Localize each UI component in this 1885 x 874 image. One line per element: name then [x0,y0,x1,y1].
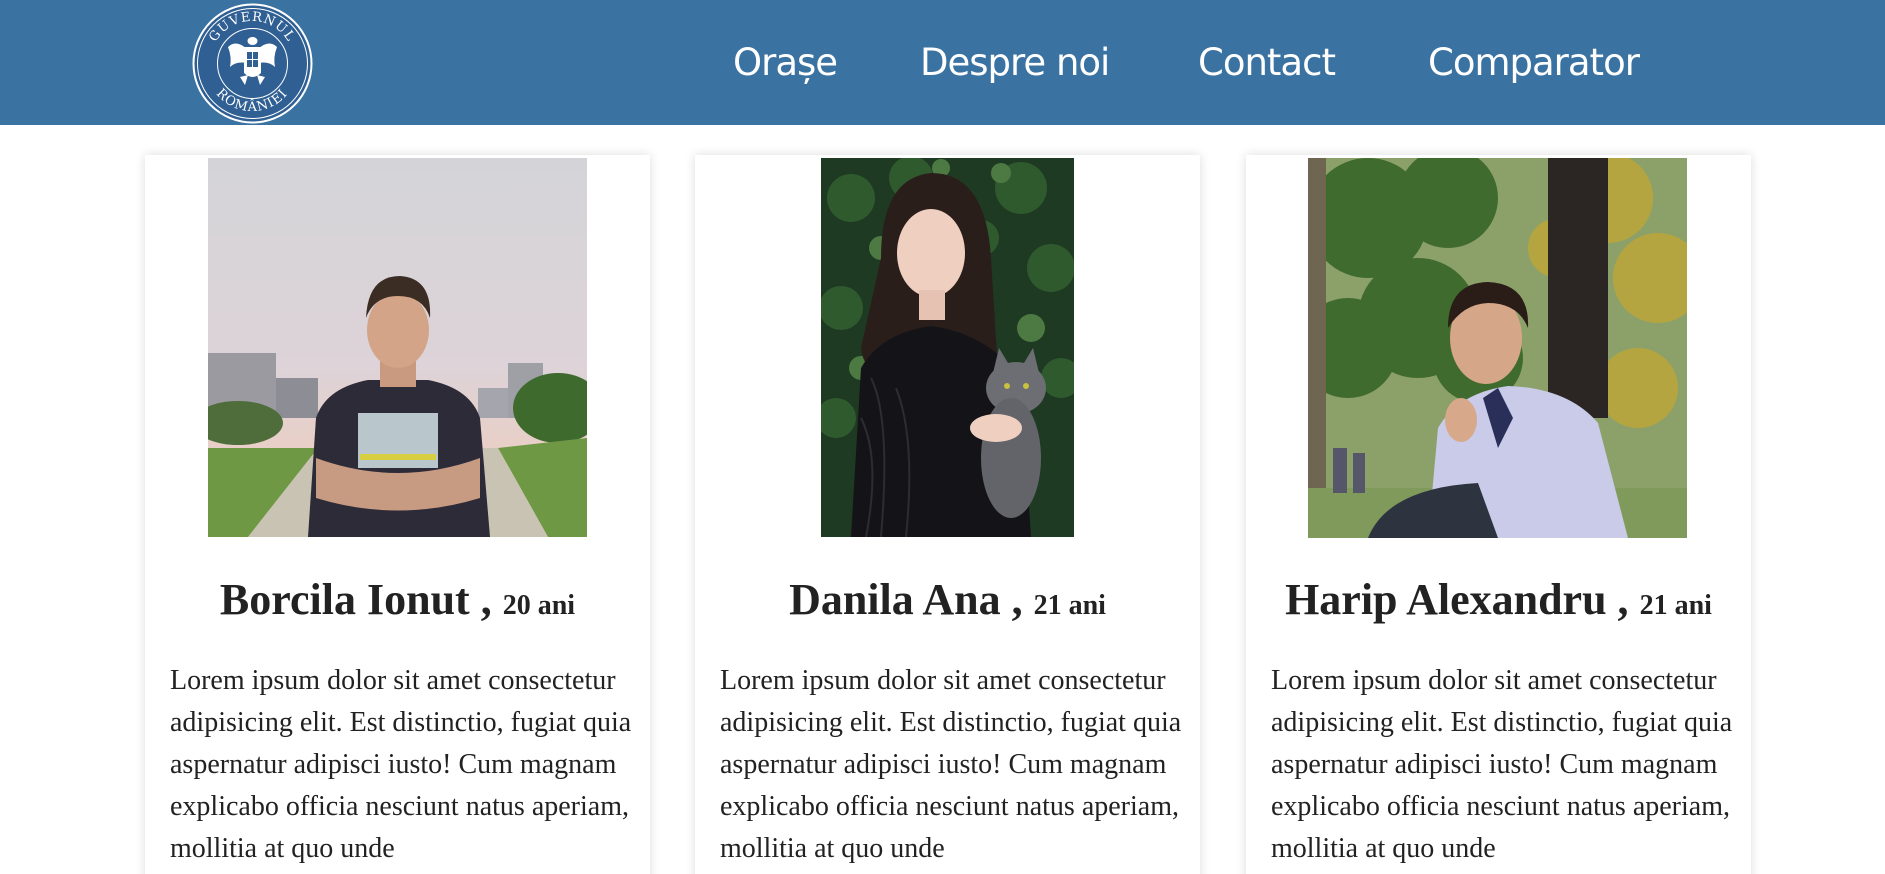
government-seal-logo[interactable]: GUVERNUL ROMÂNIEI [192,3,313,124]
nav-item-comparator[interactable]: Comparator [1428,0,1640,125]
team-member-card: Harip Alexandru , 21 ani Lorem ipsum dol… [1246,155,1751,874]
member-name-text: Borcila Ionut , [219,575,492,624]
member-name: Borcila Ionut , 20 ani [145,572,650,634]
nav-link-orase[interactable]: Orașe [733,41,838,84]
member-age: 21 ani [1033,590,1106,621]
member-bio: Lorem ipsum dolor sit amet consectetur a… [170,665,632,864]
nav-link-contact[interactable]: Contact [1198,41,1336,84]
team-member-card: Borcila Ionut , 20 ani Lorem ipsum dolor… [145,155,650,874]
member-age: 21 ani [1639,590,1712,621]
nav-item-despre-noi[interactable]: Despre noi [920,0,1110,125]
member-name-text: Danila Ana , [789,575,1023,624]
nav-link-despre-noi[interactable]: Despre noi [920,41,1110,84]
member-photo [821,158,1074,537]
team-member-card: Danila Ana , 21 ani Lorem ipsum dolor si… [695,155,1200,874]
member-bio: Lorem ipsum dolor sit amet consectetur a… [1271,665,1733,864]
member-bio: Lorem ipsum dolor sit amet consectetur a… [720,665,1182,864]
member-age: 20 ani [502,590,576,621]
member-name: Danila Ana , 21 ani [695,572,1200,634]
member-photo [208,158,587,537]
member-name-text: Harip Alexandru , [1285,575,1629,624]
nav-item-orase[interactable]: Orașe [733,0,838,125]
nav-link-comparator[interactable]: Comparator [1428,41,1640,84]
member-photo [1308,158,1687,538]
nav-item-contact[interactable]: Contact [1198,0,1336,125]
member-name: Harip Alexandru , 21 ani [1246,572,1751,634]
site-header: GUVERNUL ROMÂNIEI Orașe Despre noi Conta… [0,0,1885,125]
